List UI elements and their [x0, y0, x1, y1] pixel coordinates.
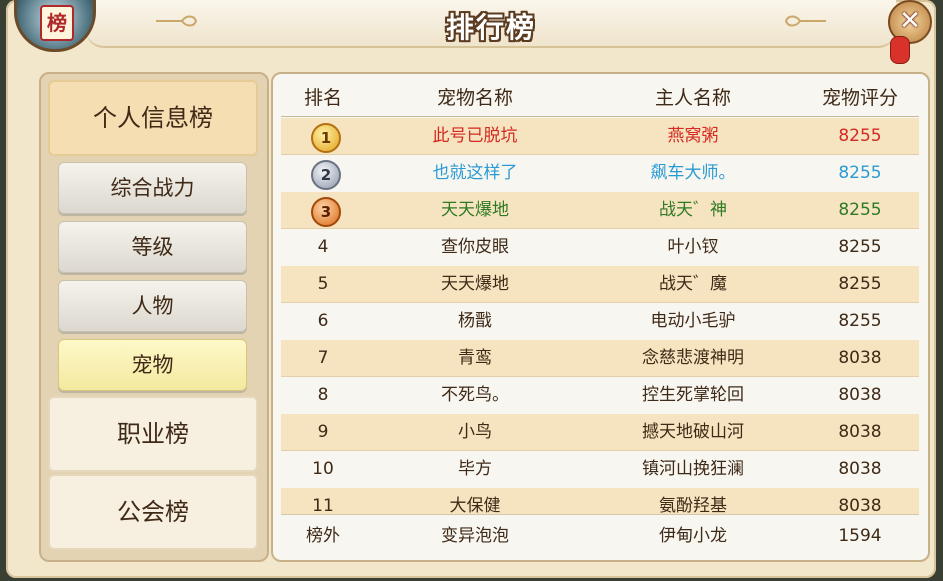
table-row[interactable]: 6 杨戬 电动小毛驴 8255 — [281, 303, 919, 339]
category-profession[interactable]: 职业榜 — [48, 396, 258, 472]
pet-score: 8255 — [838, 311, 882, 331]
owner-name: 电动小毛驴 — [650, 311, 736, 331]
category-sidebar: 个人信息榜 综合战力 等级 人物 宠物 职业榜 公会榜 — [39, 72, 269, 562]
table-row[interactable]: 8 不死鸟。 控生死掌轮回 8038 — [281, 377, 919, 413]
owner-name: 控生死掌轮回 — [642, 385, 744, 405]
owner-name: 燕窝粥 — [667, 126, 719, 146]
pet-score: 8255 — [838, 126, 882, 146]
pet-score: 8038 — [838, 422, 882, 442]
table-row[interactable]: 7 青鸾 念慈悲渡神明 8038 — [281, 340, 919, 377]
sub-pet[interactable]: 宠物 — [58, 339, 247, 391]
self-owner-name: 伊甸小龙 — [659, 526, 727, 546]
bronze-medal-icon: 3 — [311, 197, 341, 227]
header-pet-name: 宠物名称 — [436, 87, 513, 109]
right-ornament-icon — [784, 15, 826, 27]
owner-name: 镇河山挽狂澜 — [642, 459, 744, 479]
leaderboard-panel: 排行榜 榜 ✕ 个人信息榜 综合战力 等级 人物 宠物 职业榜 公会榜 排名 宠… — [6, 0, 936, 578]
header-pet-score: 宠物评分 — [821, 87, 898, 109]
header-rank: 排名 — [303, 87, 342, 109]
rank: 7 — [317, 348, 329, 368]
title-bar: 排行榜 — [86, 0, 896, 48]
divider — [281, 514, 919, 515]
self-rank-row: 榜外 变异泡泡 伊甸小龙 1594 — [281, 518, 919, 554]
table-row[interactable]: 11 大保健 氨酚羟基 8038 — [281, 488, 919, 515]
self-rank: 榜外 — [306, 526, 340, 546]
badge-char: 榜 — [40, 5, 74, 41]
pet-name: 大保健 — [449, 496, 501, 515]
pet-score: 8255 — [838, 163, 882, 183]
table-header: 排名 宠物名称 主人名称 宠物评分 — [281, 80, 919, 117]
pet-name: 也就这样了 — [432, 163, 518, 183]
table-row[interactable]: 5 天天爆地 战天゛魔 8255 — [281, 266, 919, 303]
pet-score: 8255 — [838, 274, 882, 294]
pet-score: 8038 — [838, 348, 882, 368]
table-row[interactable]: 10 毕方 镇河山挽狂澜 8038 — [281, 451, 919, 487]
rank: 11 — [312, 496, 334, 515]
pet-name: 查你皮眼 — [441, 237, 509, 257]
rank: 8 — [317, 385, 329, 405]
owner-name: 战天゛魔 — [659, 274, 727, 294]
owner-name: 撼天地破山河 — [642, 422, 744, 442]
owner-name: 念慈悲渡神明 — [642, 348, 744, 368]
table-row[interactable]: 4 查你皮眼 叶小钗 8255 — [281, 229, 919, 265]
pet-score: 8255 — [838, 200, 882, 220]
rank: 4 — [317, 237, 329, 257]
pet-name: 此号已脱坑 — [432, 126, 518, 146]
pet-name: 天天爆地 — [441, 274, 509, 294]
table-row[interactable]: 2 也就这样了 飙车大师。 8255 — [281, 155, 919, 191]
rank: 5 — [317, 274, 329, 294]
gold-medal-icon: 1 — [311, 123, 341, 153]
pet-score: 8038 — [838, 459, 882, 479]
category-guild[interactable]: 公会榜 — [48, 474, 258, 550]
owner-name: 飙车大师。 — [650, 163, 736, 183]
pet-name: 天天爆地 — [441, 200, 509, 220]
table-row[interactable]: 3 天天爆地 战天゛神 8255 — [281, 192, 919, 229]
pet-name: 不死鸟。 — [441, 385, 509, 405]
owner-name: 氨酚羟基 — [659, 496, 727, 515]
rank: 6 — [317, 311, 329, 331]
table-row[interactable]: 1 此号已脱坑 燕窝粥 8255 — [281, 118, 919, 155]
table-row[interactable]: 9 小鸟 撼天地破山河 8038 — [281, 414, 919, 451]
rank: 10 — [312, 459, 334, 479]
sub-character[interactable]: 人物 — [58, 280, 247, 332]
self-pet-name: 变异泡泡 — [441, 526, 509, 546]
self-pet-score: 1594 — [838, 526, 882, 546]
pet-score: 8038 — [838, 385, 882, 405]
lantern-icon — [890, 36, 910, 64]
sub-level[interactable]: 等级 — [58, 221, 247, 273]
pet-name: 青鸾 — [458, 348, 492, 368]
ranking-table: 排名 宠物名称 主人名称 宠物评分 1 此号已脱坑 燕窝粥 8255 2 也就这… — [271, 72, 930, 562]
pet-score: 8038 — [838, 496, 882, 515]
pet-name: 杨戬 — [458, 311, 492, 331]
header-owner-name: 主人名称 — [654, 87, 731, 109]
owner-name: 叶小钗 — [667, 237, 719, 257]
rank: 9 — [317, 422, 329, 442]
owner-name: 战天゛神 — [659, 200, 727, 220]
pet-name: 小鸟 — [458, 422, 492, 442]
silver-medal-icon: 2 — [311, 160, 341, 190]
pet-name: 毕方 — [458, 459, 492, 479]
leaderboard-badge-icon: 榜 — [14, 0, 96, 52]
page-title: 排行榜 — [445, 11, 536, 44]
sub-combat-power[interactable]: 综合战力 — [58, 162, 247, 214]
category-personal[interactable]: 个人信息榜 — [48, 80, 258, 156]
pet-score: 8255 — [838, 237, 882, 257]
